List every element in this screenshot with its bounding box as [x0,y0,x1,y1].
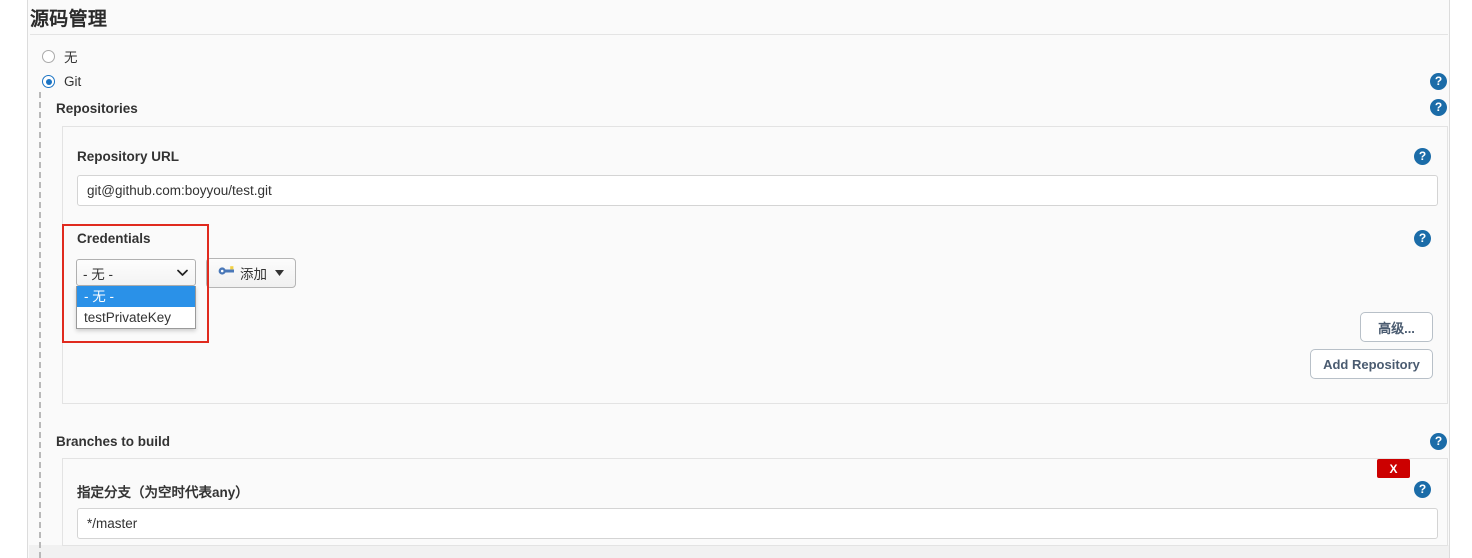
nested-section-guide [39,92,41,558]
help-repository-url-icon[interactable]: ? [1414,148,1431,165]
scm-option-none-label: 无 [64,50,78,65]
title-divider [30,34,1448,35]
help-repositories-group-icon[interactable]: ? [1430,73,1447,90]
credentials-select-box[interactable]: - 无 - [76,259,196,286]
page-title: 源码管理 [30,9,108,30]
page-right-margin [1450,0,1472,558]
delete-branch-button[interactable]: X [1377,459,1410,478]
branch-specifier-label: 指定分支（为空时代表any） [77,485,249,500]
credentials-select-menu[interactable]: - 无 - testPrivateKey [76,286,196,329]
key-icon [218,265,235,281]
advanced-button[interactable]: 高级... [1360,312,1433,342]
scm-option-git[interactable]: Git [42,74,81,89]
branch-specifier-input[interactable] [77,508,1438,539]
credentials-label: Credentials [77,231,151,246]
radio-git-icon[interactable] [42,75,55,88]
repositories-group-label: Repositories [56,101,138,116]
chevron-down-icon [177,269,188,277]
repository-url-input[interactable] [77,175,1438,206]
scm-option-git-label: Git [64,74,82,89]
credentials-select[interactable]: - 无 - - 无 - testPrivateKey [76,259,196,329]
help-branches-to-build-icon[interactable]: ? [1430,433,1447,450]
help-credentials-icon[interactable]: ? [1414,230,1431,247]
credentials-option-testprivatekey[interactable]: testPrivateKey [77,307,195,328]
help-branch-specifier-icon[interactable]: ? [1414,481,1431,498]
radio-none-icon[interactable] [42,49,55,63]
page-bottom-band [29,545,1449,558]
credentials-option-none[interactable]: - 无 - [77,286,195,307]
page-left-gutter [0,0,28,558]
dropdown-triangle-icon [275,270,284,276]
add-credentials-button[interactable]: 添加 [206,258,296,288]
add-repository-button[interactable]: Add Repository [1310,349,1433,379]
scm-option-none[interactable]: 无 [42,46,78,66]
add-credentials-label: 添加 [240,267,267,282]
credentials-selected-value: - 无 - [83,266,113,282]
repository-url-label: Repository URL [77,149,180,164]
branches-group-label: Branches to build [56,434,171,449]
scm-configuration-page: 源码管理 无 Git Repositories Repository URL C… [0,0,1472,558]
help-repositories-icon[interactable]: ? [1430,99,1447,116]
